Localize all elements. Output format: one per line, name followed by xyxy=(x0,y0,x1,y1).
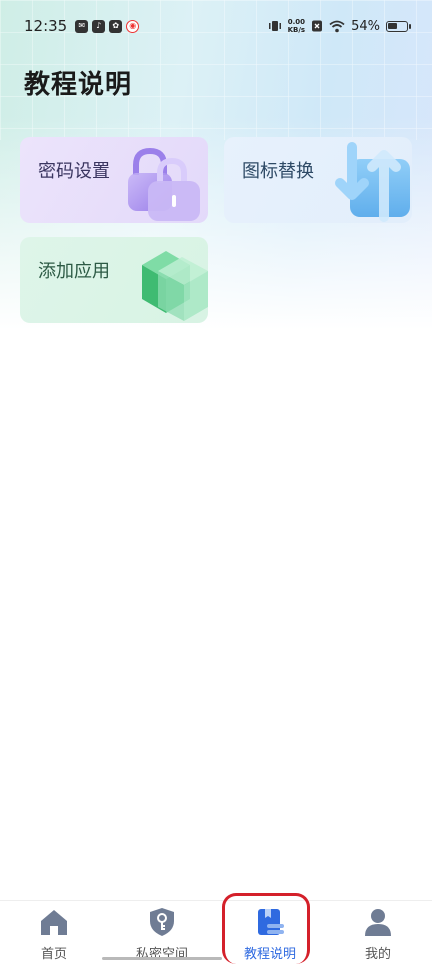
icon-replace-card[interactable]: 图标替换 xyxy=(224,137,412,223)
battery-percent: 54% xyxy=(351,18,380,34)
password-settings-card[interactable]: 密码设置 xyxy=(20,137,208,223)
vibrate-icon xyxy=(268,21,281,31)
app-icon: ✿ xyxy=(109,19,123,33)
weibo-icon: ◉ xyxy=(126,19,140,33)
bottom-navigation: 首页 私密空间 教程说明 我的 xyxy=(0,900,432,964)
tiktok-icon: ♪ xyxy=(92,19,106,33)
battery-fill xyxy=(388,22,397,29)
net-speed-unit: KB/s xyxy=(287,26,306,34)
status-right: 0.00 KB/s 54% xyxy=(268,18,411,34)
net-speed: 0.00 KB/s xyxy=(288,18,305,34)
nav-label-home: 首页 xyxy=(40,947,67,962)
home-indicator xyxy=(102,957,222,960)
battery-icon xyxy=(386,20,411,32)
nav-item-home[interactable]: 首页 xyxy=(0,901,108,964)
wifi-icon xyxy=(329,20,345,32)
swap-arrows-icon xyxy=(335,142,410,222)
nav-label-profile: 我的 xyxy=(364,947,391,962)
nav-item-private-space[interactable]: 私密空间 xyxy=(102,901,222,964)
net-speed-value: 0.00 xyxy=(287,18,305,26)
page-title: 教程说明 xyxy=(24,70,133,100)
cube-icon xyxy=(142,251,208,321)
person-icon xyxy=(365,909,391,936)
status-notification-icons: ✉ ♪ ✿ ◉ xyxy=(75,19,140,33)
add-app-card[interactable]: 添加应用 xyxy=(20,237,208,323)
password-settings-label: 密码设置 xyxy=(38,161,110,182)
lock-icon xyxy=(128,147,200,221)
no-sim-icon xyxy=(312,20,323,32)
home-icon xyxy=(41,910,67,935)
shield-key-icon xyxy=(150,908,174,936)
nav-item-profile[interactable]: 我的 xyxy=(324,901,432,964)
nav-label-tutorial: 教程说明 xyxy=(243,947,296,962)
nav-item-tutorial[interactable]: 教程说明 xyxy=(216,901,324,964)
status-bar: 12:35 ✉ ♪ ✿ ◉ 0.00 KB/s 54% xyxy=(0,0,432,52)
mail-icon: ✉ xyxy=(75,19,89,33)
book-icon xyxy=(258,909,284,935)
status-time: 12:35 xyxy=(24,17,68,35)
icon-replace-label: 图标替换 xyxy=(242,161,314,182)
add-app-label: 添加应用 xyxy=(38,261,110,282)
